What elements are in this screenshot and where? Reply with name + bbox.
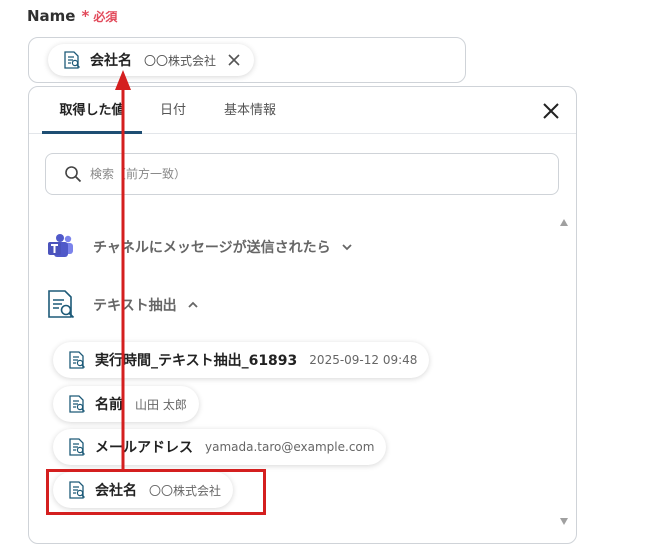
required-star: * — [81, 7, 90, 25]
document-search-icon — [48, 290, 75, 319]
tab-date[interactable]: 日付 — [149, 87, 197, 133]
document-search-icon — [69, 351, 85, 369]
document-search-icon — [69, 395, 85, 413]
value-chip-email[interactable]: メールアドレス yamada.taro@example.com — [53, 429, 387, 465]
chip-label: 名前 — [95, 397, 123, 413]
value-chip-execution-time[interactable]: 実行時間_テキスト抽出_61893 2025-09-12 09:48 — [53, 342, 430, 378]
scroll-down-arrow[interactable] — [560, 518, 568, 525]
page: Name * 必須 会社名 〇〇株式会社 取得した値 日付 基本情報 検索（前方… — [0, 0, 652, 550]
remove-chip-button[interactable] — [226, 52, 242, 68]
chip-value: 〇〇株式会社 — [149, 483, 222, 498]
chip-label: 会社名 — [95, 483, 137, 499]
field-name: Name — [27, 7, 76, 25]
scroll-up-arrow[interactable] — [560, 219, 568, 226]
chip-label: 会社名 — [90, 53, 132, 69]
section-label: チャネルにメッセージが送信されたら — [93, 240, 331, 256]
selected-value-chip[interactable]: 会社名 〇〇株式会社 — [48, 44, 255, 76]
chip-value: yamada.taro@example.com — [205, 440, 375, 454]
required-badge: 必須 — [93, 10, 118, 24]
chip-value: 2025-09-12 09:48 — [309, 353, 418, 367]
tab-basic-info[interactable]: 基本情報 — [212, 87, 288, 133]
teams-icon — [48, 234, 73, 257]
close-panel-button[interactable] — [542, 102, 560, 120]
search-icon — [65, 166, 82, 183]
search-box[interactable] — [45, 153, 559, 195]
chevron-down-icon — [341, 244, 352, 251]
chip-label: 実行時間_テキスト抽出_61893 — [95, 353, 298, 369]
value-picker-panel: 取得した値 日付 基本情報 チャネルにメッセージが送信されたら — [28, 86, 577, 544]
name-input[interactable]: 会社名 〇〇株式会社 — [28, 37, 466, 83]
chip-label: メールアドレス — [95, 440, 193, 456]
chip-value: 山田 太郎 — [135, 397, 187, 412]
close-icon — [228, 54, 240, 66]
document-search-icon — [69, 438, 85, 456]
tab-retrieved-values[interactable]: 取得した値 — [42, 87, 142, 134]
document-search-icon — [64, 51, 80, 69]
chip-value: 〇〇株式会社 — [144, 53, 217, 68]
field-label: Name * 必須 — [27, 7, 117, 25]
search-input[interactable] — [88, 166, 512, 182]
document-search-icon — [69, 481, 85, 499]
section-teams-trigger[interactable]: チャネルにメッセージが送信されたら — [45, 231, 353, 263]
value-chip-name[interactable]: 名前 山田 太郎 — [53, 386, 199, 422]
chevron-up-icon — [187, 301, 198, 308]
tab-bar: 取得した値 日付 基本情報 — [29, 87, 576, 134]
section-text-extraction[interactable]: テキスト抽出 — [45, 289, 199, 321]
value-chip-company[interactable]: 会社名 〇〇株式会社 — [53, 472, 234, 508]
section-label: テキスト抽出 — [93, 298, 177, 314]
